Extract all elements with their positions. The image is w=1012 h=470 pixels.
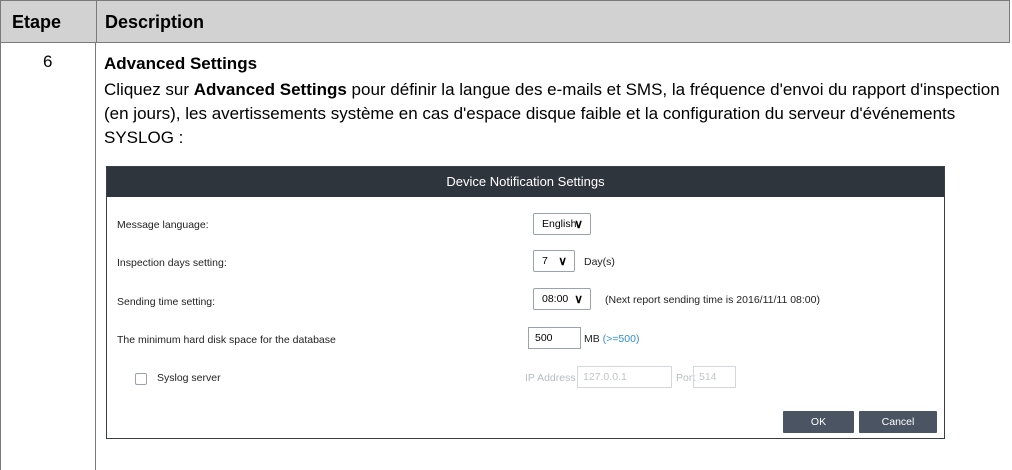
- table-header: Etape Description: [0, 0, 1010, 43]
- inspection-days-unit: Day(s): [584, 256, 615, 268]
- unit-mb: MB: [584, 333, 600, 345]
- inspection-days-value: 7: [542, 255, 548, 267]
- cancel-button[interactable]: Cancel: [859, 411, 937, 433]
- desc-bold: Advanced Settings: [193, 80, 347, 99]
- message-language-value: English: [542, 218, 577, 230]
- message-language-select[interactable]: English ∨: [533, 213, 591, 235]
- header-step: Etape: [1, 1, 97, 42]
- syslog-checkbox[interactable]: [135, 373, 147, 385]
- ip-address-label: IP Address: [525, 372, 576, 384]
- message-language-label: Message language:: [117, 219, 209, 231]
- sending-time-label: Sending time setting:: [117, 296, 216, 308]
- port-input[interactable]: 514: [693, 366, 736, 388]
- desc-prefix: Cliquez sur: [104, 80, 194, 99]
- ok-button[interactable]: OK: [783, 411, 854, 433]
- ip-address-input[interactable]: 127.0.0.1: [577, 366, 672, 388]
- step-number: 6: [43, 52, 53, 71]
- min-disk-unit: MB (>=500): [584, 333, 639, 345]
- inspection-days-label: Inspection days setting:: [117, 257, 227, 269]
- inspection-days-select[interactable]: 7 ∨: [533, 250, 575, 272]
- procedure-table: Etape Description 6 Advanced Settings Cl…: [0, 0, 1012, 470]
- min-disk-label: The minimum hard disk space for the data…: [117, 334, 336, 346]
- sending-time-select[interactable]: 08:00 ∨: [533, 288, 591, 310]
- double-chevron-down-icon: ∨: [574, 217, 583, 231]
- sending-time-value: 08:00: [542, 293, 569, 305]
- step-description: Cliquez sur Advanced Settings pour défin…: [104, 78, 1004, 150]
- min-disk-input[interactable]: 500: [528, 327, 581, 349]
- min-disk-hint: (>=500): [602, 333, 640, 345]
- column-divider: [95, 43, 96, 470]
- step-title: Advanced Settings: [104, 54, 258, 73]
- dialog-title: Device Notification Settings: [107, 167, 944, 197]
- syslog-label: Syslog server: [157, 372, 221, 384]
- double-chevron-down-icon: ∨: [558, 254, 567, 268]
- next-report-note: (Next report sending time is 2016/11/11 …: [605, 294, 820, 306]
- header-description: Description: [105, 12, 205, 32]
- double-chevron-down-icon: ∨: [574, 292, 583, 306]
- table-border-left: [0, 43, 1, 470]
- notification-settings-dialog: Device Notification Settings Message lan…: [106, 166, 945, 439]
